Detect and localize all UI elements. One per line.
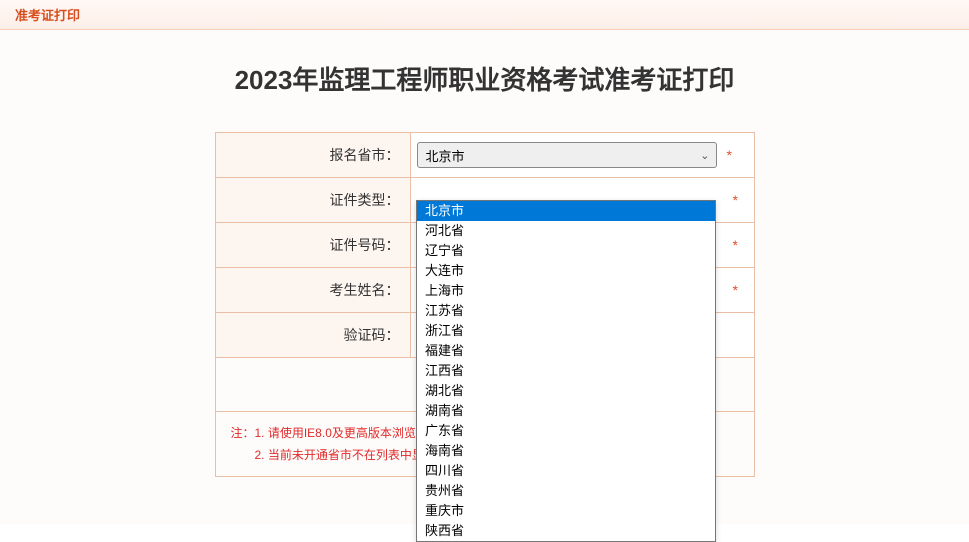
province-select[interactable]: 北京市 ⌄ [417, 142, 717, 168]
dropdown-option[interactable]: 福建省 [417, 341, 715, 361]
dropdown-option[interactable]: 海南省 [417, 441, 715, 461]
dropdown-option[interactable]: 大连市 [417, 261, 715, 281]
dropdown-option[interactable]: 湖南省 [417, 401, 715, 421]
dropdown-option[interactable]: 湖北省 [417, 381, 715, 401]
label-idtype: 证件类型： [216, 178, 411, 222]
dropdown-option[interactable]: 河北省 [417, 221, 715, 241]
content-area: 2023年监理工程师职业资格考试准考证打印 报名省市： 北京市 ⌄ * 证件类型… [0, 30, 969, 524]
dropdown-option[interactable]: 上海市 [417, 281, 715, 301]
label-captcha: 验证码： [216, 313, 411, 357]
value-province: 北京市 ⌄ * [411, 133, 754, 177]
dropdown-option[interactable]: 辽宁省 [417, 241, 715, 261]
required-idtype: * [733, 192, 738, 208]
required-province: * [727, 147, 732, 163]
dropdown-option[interactable]: 重庆市 [417, 501, 715, 521]
province-dropdown[interactable]: 北京市河北省辽宁省大连市上海市江苏省浙江省福建省江西省湖北省湖南省广东省海南省四… [416, 200, 716, 542]
dropdown-option[interactable]: 四川省 [417, 461, 715, 481]
dropdown-option[interactable]: 江西省 [417, 361, 715, 381]
dropdown-option[interactable]: 贵州省 [417, 481, 715, 501]
required-idnumber: * [733, 237, 738, 253]
dropdown-option[interactable]: 浙江省 [417, 321, 715, 341]
tab-title: 准考证打印 [15, 5, 80, 24]
dropdown-option[interactable]: 北京市 [417, 201, 715, 221]
tab-header: 准考证打印 [0, 0, 969, 30]
dropdown-option[interactable]: 广东省 [417, 421, 715, 441]
page-title: 2023年监理工程师职业资格考试准考证打印 [15, 60, 954, 97]
province-selected-text: 北京市 [426, 146, 465, 165]
required-name: * [733, 282, 738, 298]
dropdown-option[interactable]: 江苏省 [417, 301, 715, 321]
label-province: 报名省市： [216, 133, 411, 177]
chevron-down-icon: ⌄ [700, 149, 709, 162]
label-name: 考生姓名： [216, 268, 411, 312]
dropdown-option[interactable]: 陕西省 [417, 521, 715, 541]
label-idnumber: 证件号码： [216, 223, 411, 267]
row-province: 报名省市： 北京市 ⌄ * [216, 133, 754, 178]
